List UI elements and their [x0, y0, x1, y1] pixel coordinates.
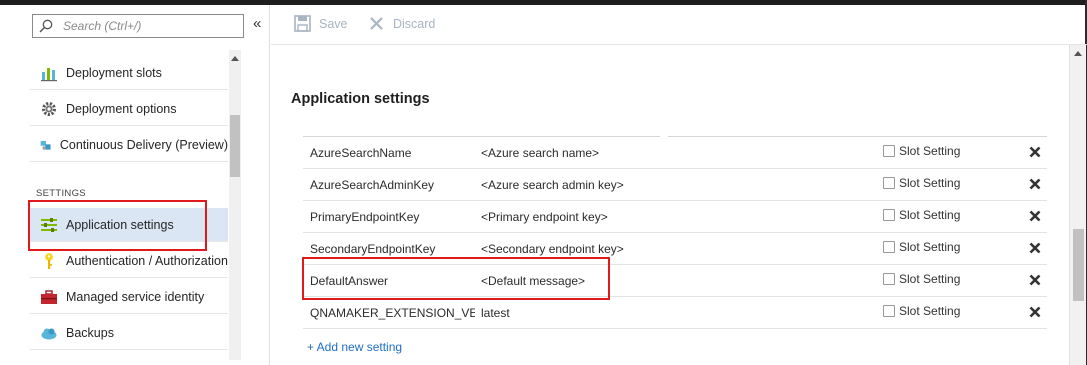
slot-setting-label: Slot Setting — [899, 144, 961, 158]
search-input[interactable]: Search (Ctrl+/) — [32, 14, 244, 38]
slot-setting-label: Slot Setting — [899, 272, 961, 286]
delete-icon[interactable] — [1029, 274, 1041, 286]
delete-icon[interactable] — [1029, 242, 1041, 254]
setting-name-cell[interactable]: SecondaryEndpointKey — [310, 242, 475, 256]
cubes-icon — [40, 140, 51, 150]
gear-icon — [42, 101, 56, 116]
setting-value-cell[interactable]: <Secondary endpoint key> — [481, 242, 624, 256]
setting-name-cell[interactable]: AzureSearchAdminKey — [310, 178, 475, 192]
sidebar-item-label: Deployment options — [66, 101, 177, 116]
command-bar: Save Discard — [271, 5, 1087, 45]
table-row: AzureSearchName <Azure search name> Slot… — [303, 137, 1047, 169]
sidebar-item-deployment-options[interactable]: Deployment options — [30, 92, 228, 126]
table-row: SecondaryEndpointKey <Secondary endpoint… — [303, 233, 1047, 265]
slot-setting-label: Slot Setting — [899, 208, 961, 222]
add-new-setting-link[interactable]: + Add new setting — [307, 340, 402, 354]
setting-name-cell[interactable]: AzureSearchName — [310, 146, 475, 160]
delete-icon[interactable] — [1029, 210, 1041, 222]
slot-setting-label: Slot Setting — [899, 240, 961, 254]
slot-setting-label: Slot Setting — [899, 176, 961, 190]
sidebar-item-label: Backups — [66, 325, 114, 340]
sidebar-item-deployment-slots[interactable]: Deployment slots — [30, 56, 228, 90]
discard-label: Discard — [393, 16, 436, 31]
sidebar-item-label: Application settings — [66, 217, 174, 232]
sidebar-item-label: Authentication / Authorization — [66, 253, 228, 268]
slot-setting-label: Slot Setting — [899, 304, 961, 318]
cloud-icon — [41, 328, 57, 339]
setting-value-cell[interactable]: <Azure search name> — [481, 146, 599, 160]
save-icon — [294, 15, 311, 32]
collapse-menu-button[interactable]: « — [253, 15, 261, 32]
search-placeholder: Search (Ctrl+/) — [63, 19, 142, 33]
menu-scrollbar[interactable] — [229, 50, 241, 360]
section-label-settings: SETTINGS — [36, 188, 86, 199]
scrollbar-thumb[interactable] — [1073, 229, 1084, 301]
setting-name-cell[interactable]: DefaultAnswer — [310, 274, 475, 288]
sidebar-item-continuous-delivery[interactable]: Continuous Delivery (Preview) — [30, 128, 228, 162]
delete-icon[interactable] — [1029, 146, 1041, 158]
delete-icon[interactable] — [1029, 306, 1041, 318]
slot-setting-checkbox[interactable] — [883, 305, 895, 317]
setting-name-cell[interactable]: QNAMAKER_EXTENSION_VE... — [310, 306, 475, 320]
toolbox-icon — [41, 289, 57, 304]
scroll-up-arrow-icon[interactable] — [1074, 51, 1082, 56]
delete-icon[interactable] — [1029, 178, 1041, 190]
close-icon — [370, 17, 383, 30]
slot-setting-checkbox[interactable] — [883, 241, 895, 253]
setting-value-cell[interactable]: <Primary endpoint key> — [481, 210, 608, 224]
setting-name-cell[interactable]: PrimaryEndpointKey — [310, 210, 475, 224]
page-title: Application settings — [291, 91, 430, 107]
key-icon — [45, 252, 53, 269]
sidebar-item-application-settings[interactable]: Application settings — [30, 208, 228, 242]
slot-setting-checkbox[interactable] — [883, 273, 895, 285]
setting-value-cell[interactable]: <Azure search admin key> — [481, 178, 624, 192]
sidebar-item-label: Deployment slots — [66, 65, 162, 80]
setting-value-cell[interactable]: latest — [481, 306, 510, 320]
setting-value-cell[interactable]: <Default message> — [481, 274, 585, 288]
slot-setting-checkbox[interactable] — [883, 209, 895, 221]
scroll-up-arrow-icon[interactable] — [231, 56, 239, 61]
sidebar-item-managed-service-identity[interactable]: Managed service identity — [30, 280, 228, 314]
scrollbar-thumb[interactable] — [230, 115, 240, 177]
discard-button[interactable]: Discard — [368, 15, 435, 32]
deployment-slots-icon — [41, 67, 57, 81]
save-label: Save — [319, 16, 348, 31]
table-row: DefaultAnswer <Default message> Slot Set… — [303, 265, 1047, 297]
table-row: PrimaryEndpointKey <Primary endpoint key… — [303, 201, 1047, 233]
sidebar-item-authentication[interactable]: Authentication / Authorization — [30, 244, 228, 278]
slot-setting-checkbox[interactable] — [883, 145, 895, 157]
sidebar-item-label: Managed service identity — [66, 289, 205, 304]
content-scrollbar[interactable] — [1069, 45, 1086, 365]
table-row: QNAMAKER_EXTENSION_VE... latest Slot Set… — [303, 297, 1047, 329]
search-icon — [39, 19, 53, 33]
save-button[interactable]: Save — [294, 15, 348, 32]
slot-setting-checkbox[interactable] — [883, 177, 895, 189]
sidebar-item-backups[interactable]: Backups — [30, 316, 228, 350]
settings-sliders-icon — [41, 217, 57, 232]
table-row: AzureSearchAdminKey <Azure search admin … — [303, 169, 1047, 201]
sidebar-item-label: Continuous Delivery (Preview) — [59, 137, 228, 152]
